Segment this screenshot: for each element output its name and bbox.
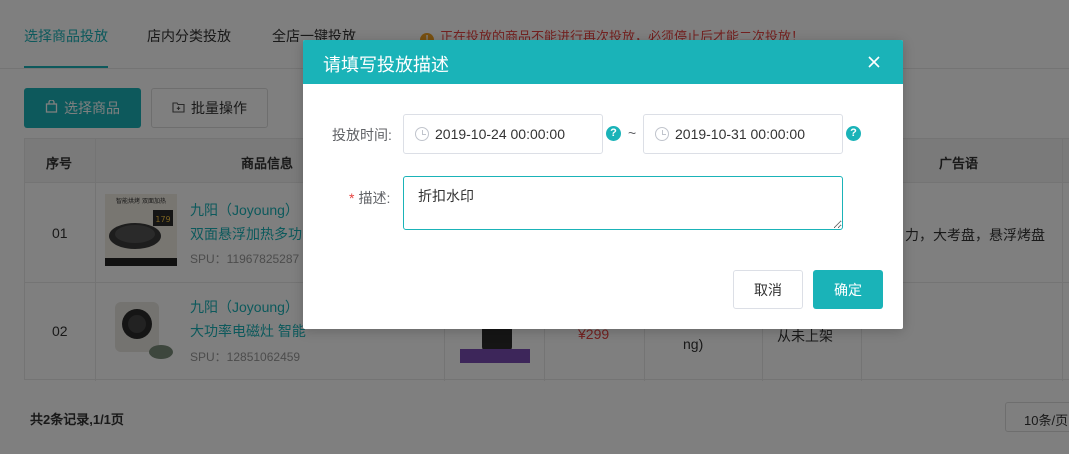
description-textarea[interactable]: 折扣水印 [403,176,843,230]
description-label: * 描述: [349,188,390,208]
start-time-input[interactable]: 2019-10-24 00:00:00 [403,114,603,154]
required-asterisk: * [349,190,355,206]
close-icon[interactable] [865,53,883,71]
placement-description-dialog: 请填写投放描述 投放时间: 2019-10-24 00:00:00 ? ~ 20… [303,40,903,329]
range-separator: ~ [628,125,637,141]
dialog-header: 请填写投放描述 [303,40,903,84]
help-icon[interactable]: ? [846,126,861,141]
description-label-text: 描述: [358,190,391,206]
clock-icon [655,127,669,141]
end-time-input[interactable]: 2019-10-31 00:00:00 [643,114,843,154]
time-label: 投放时间: [332,127,392,143]
start-time-value: 2019-10-24 00:00:00 [435,126,565,142]
dialog-title: 请填写投放描述 [323,55,449,75]
clock-icon [415,127,429,141]
help-icon[interactable]: ? [606,126,621,141]
cancel-button[interactable]: 取消 [733,270,803,309]
confirm-button[interactable]: 确定 [813,270,883,309]
end-time-value: 2019-10-31 00:00:00 [675,126,805,142]
